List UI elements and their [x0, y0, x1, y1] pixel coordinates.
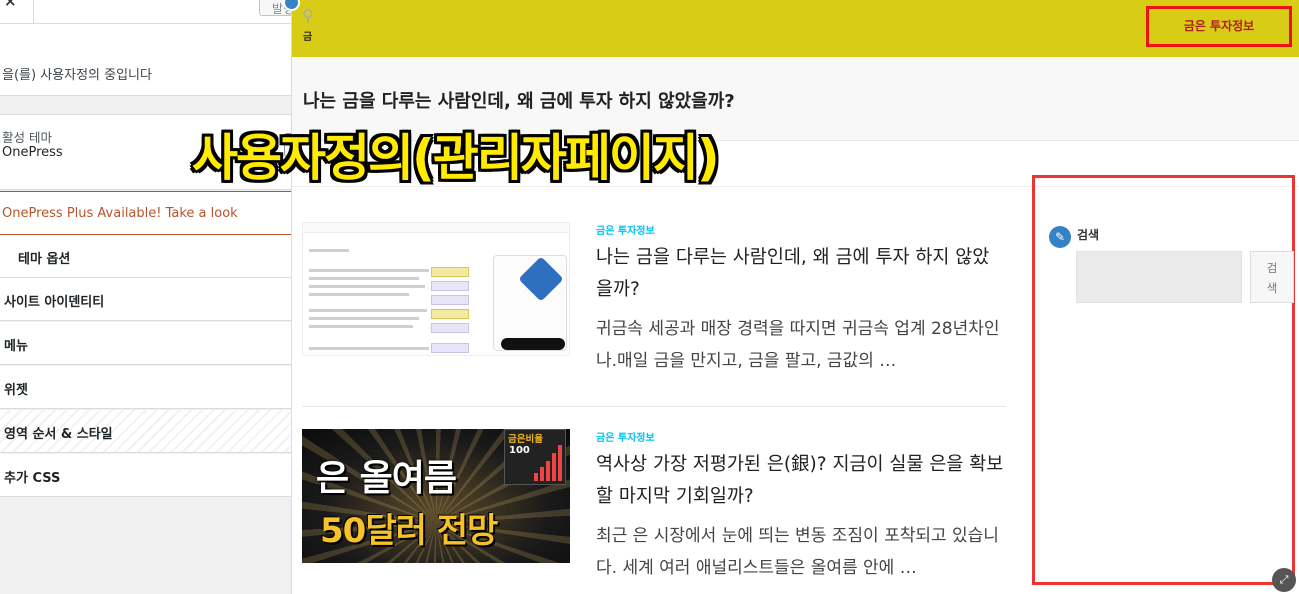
page-title: 나는 금을 다루는 사람인데, 왜 금에 투자 하지 않았을까? [303, 91, 735, 112]
section-additional-css[interactable]: 추가 CSS [0, 454, 291, 497]
thumb-line [309, 293, 409, 296]
section-site-identity[interactable]: 사이트 아이덴티티 [0, 278, 291, 321]
thumb-card [431, 309, 469, 319]
thumb-bar [540, 467, 544, 481]
section-theme-options[interactable]: 테마 옵션 [0, 235, 291, 278]
section-widgets[interactable]: 위젯 [0, 366, 291, 409]
thumb-line [309, 277, 419, 280]
section-label: 메뉴 [4, 339, 28, 354]
post-title[interactable]: 나는 금을 다루는 사람인데, 왜 금에 투자 하지 않았을까? [596, 242, 1006, 306]
thumb-bar [552, 453, 556, 481]
thumb-bar [558, 445, 562, 481]
section-label: 위젯 [4, 383, 28, 398]
primary-nav-highlight: 금은 투자정보 [1146, 6, 1292, 47]
upsell-text[interactable]: OnePress Plus Available! Take a look [2, 206, 238, 221]
section-label: 테마 옵션 [18, 252, 71, 267]
search-widget-title: 검색 [1077, 228, 1100, 242]
site-logo-text[interactable]: 금 [303, 28, 312, 43]
thumb-card [431, 323, 469, 333]
active-theme-label: 활성 테마 [2, 130, 52, 145]
search-button[interactable]: 검색 [1250, 251, 1294, 303]
thumb-headline: 은 올여름 [316, 458, 457, 499]
thumb-line [309, 317, 419, 320]
thumb-line [309, 249, 349, 252]
edit-widget-icon[interactable]: ✎ [1049, 226, 1071, 248]
thumb-line [309, 309, 427, 312]
search-button-label: 검색 [1266, 261, 1278, 295]
post-title[interactable]: 역사상 가장 저평가된 은(銀)? 지금이 실물 은을 확보할 마지막 기회일까… [596, 449, 1006, 513]
thumb-card [431, 343, 469, 353]
post-category-link[interactable]: 금은 투자정보 [596, 429, 655, 444]
thumbnail-topbar [303, 223, 569, 233]
thumb-line [309, 347, 429, 350]
post-excerpt: 최근 은 시장에서 눈에 띄는 변동 조짐이 포착되고 있습니다. 세계 여러 … [596, 526, 999, 578]
section-label: 영역 순서 & 스타일 [4, 427, 113, 442]
site-preview: ⚲ 금 금은 투자정보 나는 금을 다루는 사람인데, 왜 금에 투자 하지 않… [292, 0, 1299, 594]
thumb-card [431, 295, 469, 305]
thumb-card [431, 267, 469, 277]
section-label: 사이트 아이덴티티 [4, 295, 105, 310]
post-excerpt: 귀금속 세공과 매장 경력을 따지면 귀금속 업계 28년차인 나.매일 금을 … [596, 319, 1000, 371]
section-order-styling[interactable]: 영역 순서 & 스타일 [0, 410, 291, 453]
thumb-badge-value: 100 [509, 445, 530, 456]
thumb-bar [546, 461, 550, 481]
thumb-line [309, 285, 425, 288]
close-button[interactable]: × [0, 0, 34, 24]
thumb-button-shape [501, 338, 565, 350]
post-category-link[interactable]: 금은 투자정보 [596, 222, 655, 237]
post-divider [302, 406, 1006, 407]
customizer-header: × 발행 [0, 0, 291, 24]
upsell-banner[interactable]: OnePress Plus Available! Take a look [0, 191, 291, 235]
post-thumbnail[interactable] [302, 222, 570, 356]
site-header: ⚲ 금 금은 투자정보 [292, 0, 1299, 57]
search-input[interactable] [1076, 251, 1242, 303]
customizing-text: 을(를) 사용자정의 중입니다 [2, 68, 152, 83]
thumb-card [431, 281, 469, 291]
nav-item-gold-silver-info[interactable]: 금은 투자정보 [1149, 17, 1289, 34]
thumb-line [309, 269, 429, 272]
thumb-line [309, 325, 413, 328]
thumb-badge-title: 금은비율 [508, 434, 543, 445]
section-label: 추가 CSS [4, 471, 61, 486]
customizer-sidebar: × 발행 을(를) 사용자정의 중입니다 활성 테마 OnePress OneP… [0, 0, 292, 594]
expand-icon[interactable]: ⤢ [1272, 568, 1296, 592]
thumb-subheadline: 50달러 전망 [320, 511, 498, 551]
overlay-caption: 사용자정의(관리자페이지) [192, 129, 720, 187]
section-menus[interactable]: 메뉴 [0, 322, 291, 365]
site-logo-icon[interactable]: ⚲ [302, 6, 314, 25]
widget-area-highlight [1032, 175, 1295, 585]
customizer-info: 을(를) 사용자정의 중입니다 [0, 24, 291, 96]
theme-name: OnePress [2, 145, 63, 160]
thumb-bar [534, 473, 538, 481]
post-thumbnail[interactable]: 금은비율 100 은 올여름 50달러 전망 [302, 429, 570, 563]
